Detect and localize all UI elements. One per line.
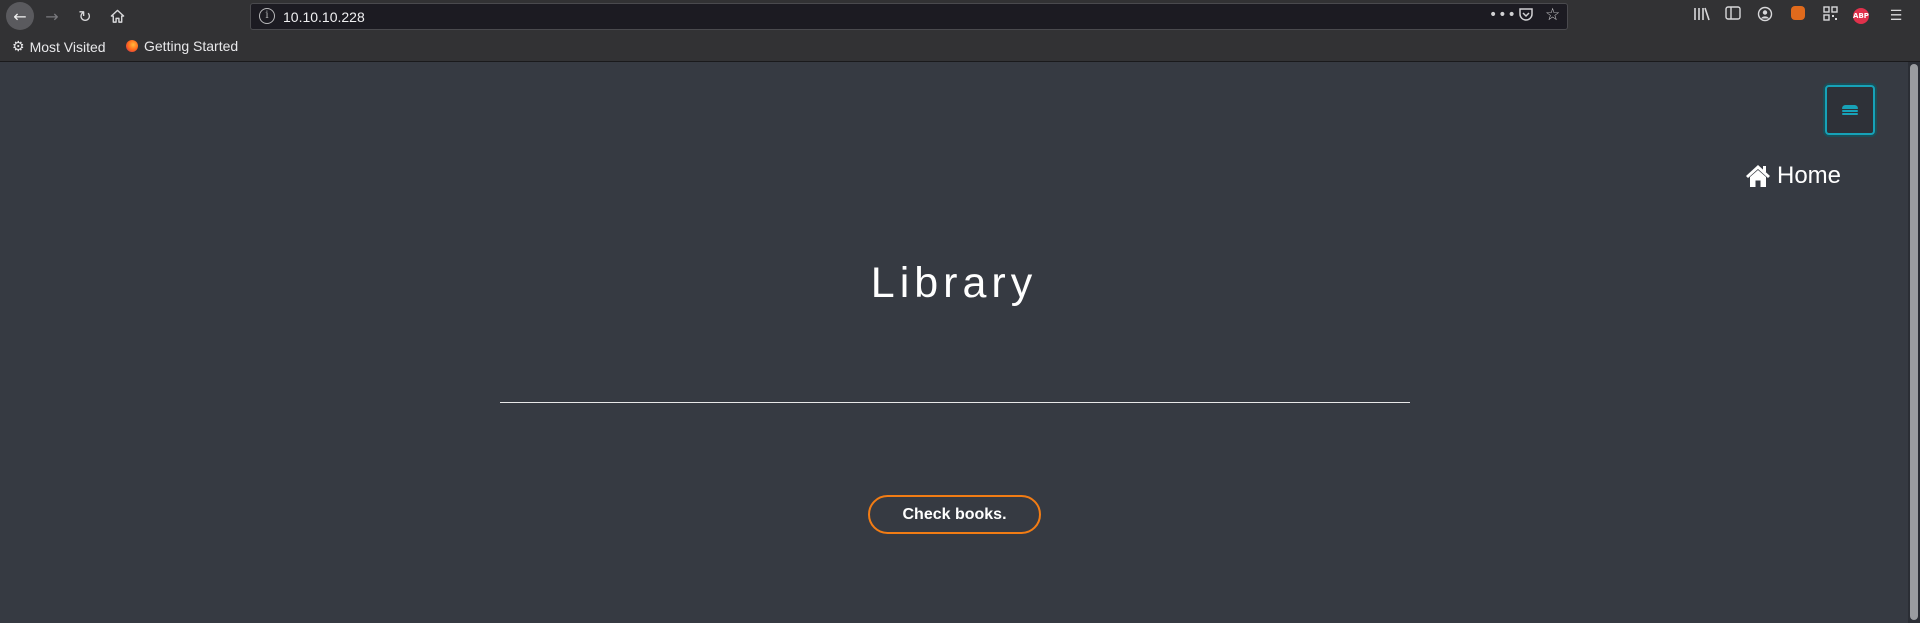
divider	[500, 402, 1410, 403]
firefox-icon	[126, 40, 138, 52]
home-icon	[110, 9, 124, 23]
back-button[interactable]: ←	[6, 2, 34, 30]
bookmark-label: Most Visited	[29, 38, 106, 55]
nav-home-link[interactable]: Home	[1745, 162, 1841, 190]
home-button[interactable]	[104, 3, 130, 29]
adblock-plus-icon[interactable]: ABP	[1853, 8, 1869, 24]
page-title: Library	[870, 259, 1038, 307]
library-icon[interactable]	[1692, 6, 1712, 26]
scrollbar-thumb[interactable]	[1910, 64, 1918, 620]
account-icon[interactable]	[1755, 6, 1775, 26]
foxyproxy-icon[interactable]	[1788, 6, 1808, 26]
hamburger-icon	[1842, 105, 1858, 115]
address-bar[interactable]: i 10.10.10.228 ••• ☆	[250, 3, 1568, 30]
site-info-icon[interactable]: i	[259, 8, 275, 24]
reload-button[interactable]: ↻	[72, 3, 98, 29]
check-books-button[interactable]: Check books.	[868, 495, 1041, 534]
menu-toggle-button[interactable]	[1825, 85, 1875, 135]
nav-home-label: Home	[1777, 162, 1842, 189]
bookmarks-toolbar: ⚙ Most Visited Getting Started	[0, 32, 1920, 62]
forward-button[interactable]: →	[39, 3, 65, 29]
reload-icon: ↻	[78, 6, 92, 26]
home-icon	[1746, 165, 1770, 187]
browser-toolbar: ← → ↻ i 10.10.10.228 ••• ☆ ABP ☰	[0, 0, 1920, 32]
pocket-icon[interactable]	[1518, 6, 1534, 26]
arrow-left-icon: ←	[13, 6, 27, 26]
page-content: Home Library Check books.	[0, 62, 1908, 623]
page-actions-icon[interactable]: •••	[1489, 7, 1517, 23]
arrow-right-icon: →	[45, 6, 59, 26]
bookmark-star-icon[interactable]: ☆	[1545, 5, 1560, 25]
url-text[interactable]: 10.10.10.228	[283, 9, 365, 25]
bookmark-getting-started[interactable]: Getting Started	[126, 38, 238, 54]
bookmark-label: Getting Started	[144, 38, 239, 54]
bookmark-most-visited[interactable]: ⚙ Most Visited	[12, 38, 106, 55]
qr-code-icon[interactable]	[1820, 6, 1840, 26]
gear-icon: ⚙	[12, 38, 25, 54]
sidebar-icon[interactable]	[1723, 6, 1743, 26]
app-menu-icon[interactable]: ☰	[1886, 6, 1906, 26]
